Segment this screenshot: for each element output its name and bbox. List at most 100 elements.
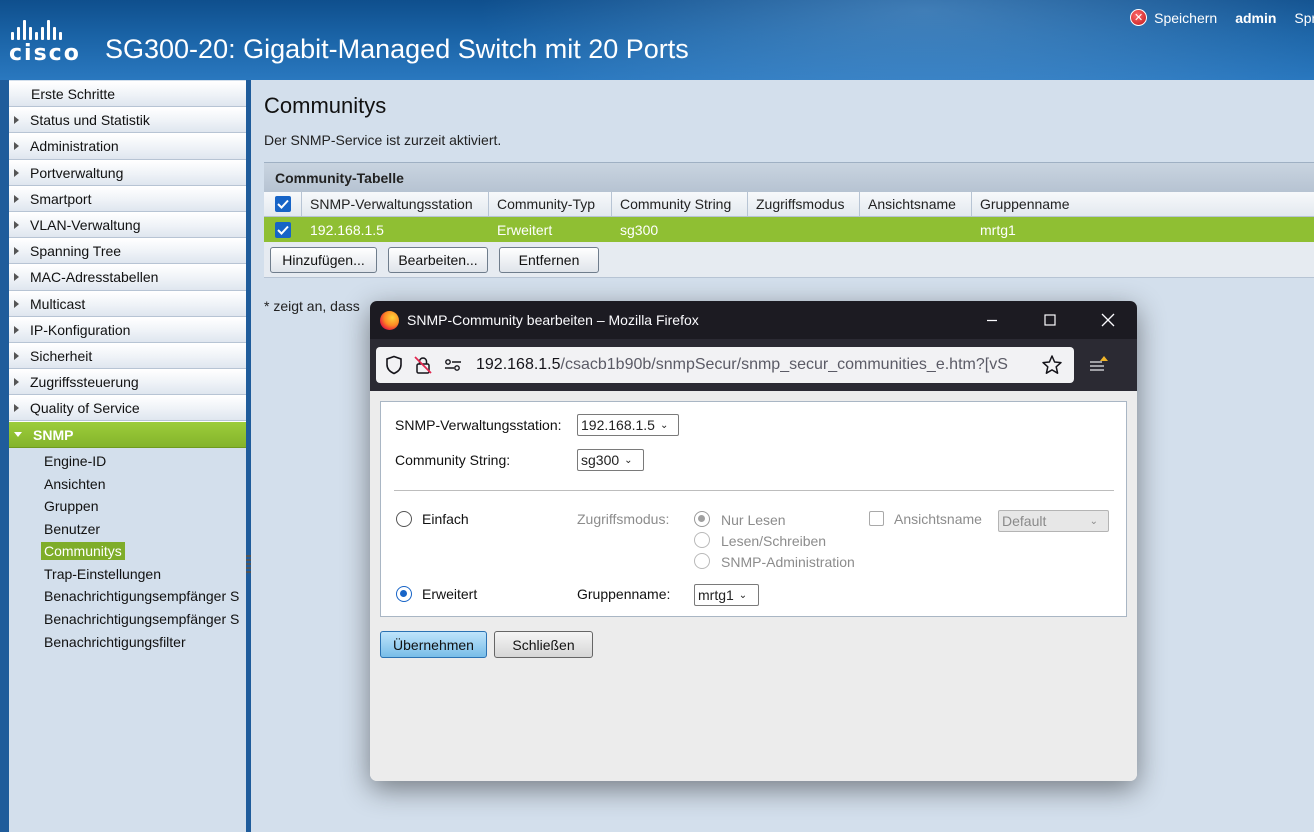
delete-button[interactable]: Entfernen xyxy=(499,246,599,273)
nav-item-security[interactable]: Sicherheit xyxy=(9,342,246,370)
community-select-value: sg300 xyxy=(581,452,620,468)
minimize-button[interactable] xyxy=(963,301,1021,339)
table-caption: Community-Tabelle xyxy=(264,162,1314,192)
view-name-checkbox[interactable] xyxy=(869,511,884,526)
page-title: Communitys xyxy=(264,93,387,118)
maximize-button[interactable] xyxy=(1021,301,1079,339)
url-host: 192.168.1.5 xyxy=(476,356,561,373)
cisco-logo-text: cisco xyxy=(9,41,81,66)
sub-item-users[interactable]: Benutzer xyxy=(9,517,246,540)
cell-station: 192.168.1.5 xyxy=(310,221,384,238)
group-name-select[interactable]: mrtg1 ⌄ xyxy=(694,584,759,606)
row-select-cell xyxy=(264,217,302,242)
advanced-label: Erweitert xyxy=(422,586,478,602)
col-header-access: Zugriffsmodus xyxy=(748,192,860,216)
sub-item-notification-recipients-1[interactable]: Benachrichtigungsempfänger S xyxy=(9,585,246,608)
minimize-icon xyxy=(987,319,997,322)
nav-item-qos[interactable]: Quality of Service xyxy=(9,395,246,422)
sub-item-trap-settings[interactable]: Trap-Einstellungen xyxy=(9,563,246,586)
shield-icon xyxy=(386,355,402,375)
snmp-status-text: Der SNMP-Service ist zurzeit aktiviert. xyxy=(264,132,502,148)
expand-arrow-icon xyxy=(14,378,19,387)
close-window-button[interactable] xyxy=(1079,301,1137,339)
sub-item-views[interactable]: Ansichten xyxy=(9,472,246,495)
col-header-group: Gruppenname xyxy=(972,192,1314,216)
table-row[interactable]: 192.168.1.5 Erweitert sg300 mrtg1 xyxy=(264,217,1314,242)
insecure-lock-icon[interactable] xyxy=(413,355,433,375)
url-path: /csacb1b90b/snmpSecur/snmp_secur_communi… xyxy=(560,356,1008,373)
view-name-label: Ansichtsname xyxy=(894,511,982,527)
nav-item-status[interactable]: Status und Statistik xyxy=(9,107,246,134)
nav-item-access-control[interactable]: Zugriffssteuerung xyxy=(9,369,246,396)
nav-item-vlan[interactable]: VLAN-Verwaltung xyxy=(9,211,246,239)
sub-item-notification-filter[interactable]: Benachrichtigungsfilter xyxy=(9,630,246,653)
permissions-icon[interactable] xyxy=(443,358,463,372)
station-value: 192.168.1.5 xyxy=(581,417,655,433)
access-readwrite-radio[interactable] xyxy=(694,532,710,548)
top-links: ✕ Speichern admin Spra xyxy=(1130,9,1314,26)
address-bar-area: 192.168.1.5/csacb1b90b/snmpSecur/snmp_se… xyxy=(370,339,1137,391)
form-divider xyxy=(394,490,1114,491)
access-admin-radio[interactable] xyxy=(694,553,710,569)
sub-item-groups[interactable]: Gruppen xyxy=(9,495,246,518)
nav-item-multicast[interactable]: Multicast xyxy=(9,290,246,317)
community-select[interactable]: sg300 ⌄ xyxy=(577,449,644,471)
view-name-value: Default xyxy=(1002,513,1047,529)
nav-item-label: Status und Statistik xyxy=(30,112,150,129)
station-select[interactable]: 192.168.1.5 ⌄ xyxy=(577,414,679,436)
sub-item-engine-id[interactable]: Engine-ID xyxy=(9,450,246,473)
col-header-type: Community-Typ xyxy=(489,192,612,216)
cell-access xyxy=(748,217,860,242)
cisco-logo: cisco xyxy=(9,20,81,66)
user-name[interactable]: admin xyxy=(1235,10,1276,26)
community-form: SNMP-Verwaltungsstation: 192.168.1.5 ⌄ Co… xyxy=(380,401,1127,617)
nav-item-label: Multicast xyxy=(30,295,86,312)
app-title: SG300-20: Gigabit-Managed Switch mit 20 … xyxy=(105,34,689,64)
collapse-arrow-icon xyxy=(14,432,22,438)
language-link[interactable]: Spra xyxy=(1294,10,1314,26)
nav-item-mac-tables[interactable]: MAC-Adresstabellen xyxy=(9,264,246,291)
sub-item-communities[interactable]: Communitys xyxy=(9,540,246,563)
nav-item-ip-config[interactable]: IP-Konfiguration xyxy=(9,316,246,343)
select-all-checkbox[interactable] xyxy=(274,196,291,212)
sub-item-label: Trap-Einstellungen xyxy=(44,565,161,582)
cell-type: Erweitert xyxy=(497,221,553,238)
address-bar[interactable]: 192.168.1.5/csacb1b90b/snmpSecur/snmp_se… xyxy=(376,347,1074,383)
sub-item-notification-recipients-2[interactable]: Benachrichtigungsempfänger S xyxy=(9,608,246,631)
nav-item-getting-started[interactable]: Erste Schritte xyxy=(9,81,246,108)
nav-item-smartport[interactable]: Smartport xyxy=(9,185,246,212)
view-name-select[interactable]: Default ⌄ xyxy=(998,510,1109,532)
row-checkbox[interactable] xyxy=(275,221,291,238)
advanced-radio[interactable] xyxy=(396,586,412,602)
hamburger-menu-icon xyxy=(1090,356,1108,371)
save-link[interactable]: ✕ Speichern xyxy=(1130,9,1217,26)
access-admin-label: SNMP-Administration xyxy=(721,554,855,570)
sub-item-label: Benutzer xyxy=(44,520,101,537)
simple-radio[interactable] xyxy=(396,511,412,527)
expand-arrow-icon xyxy=(14,142,19,151)
nav-item-spanning-tree[interactable]: Spanning Tree xyxy=(9,238,246,265)
add-button[interactable]: Hinzufügen... xyxy=(270,246,377,273)
nav-item-snmp[interactable]: SNMP xyxy=(9,421,246,448)
sub-item-label: Communitys xyxy=(41,542,125,561)
close-icon xyxy=(1101,313,1115,327)
app-menu-button[interactable] xyxy=(1074,354,1122,376)
cell-group: mrtg1 xyxy=(980,221,1016,238)
expand-arrow-icon xyxy=(14,194,19,203)
nav-item-port-management[interactable]: Portverwaltung xyxy=(9,159,246,186)
app-header: cisco SG300-20: Gigabit-Managed Switch m… xyxy=(0,0,1314,80)
close-button[interactable]: Schließen xyxy=(494,631,593,658)
nav-item-label: Portverwaltung xyxy=(30,164,124,181)
bookmark-star-icon[interactable] xyxy=(1041,354,1063,376)
cisco-logo-bars xyxy=(11,20,81,40)
col-header-station: SNMP-Verwaltungsstation xyxy=(302,192,489,216)
access-readonly-radio[interactable] xyxy=(694,511,710,527)
expand-arrow-icon xyxy=(14,404,19,413)
chevron-down-icon: ⌄ xyxy=(738,589,748,601)
cell-community: sg300 xyxy=(620,221,659,238)
access-mode-label: Zugriffsmodus: xyxy=(577,511,670,527)
url-text: 192.168.1.5/csacb1b90b/snmpSecur/snmp_se… xyxy=(476,356,1031,374)
apply-button[interactable]: Übernehmen xyxy=(380,631,487,658)
edit-button[interactable]: Bearbeiten... xyxy=(388,246,488,273)
nav-item-administration[interactable]: Administration xyxy=(9,133,246,160)
